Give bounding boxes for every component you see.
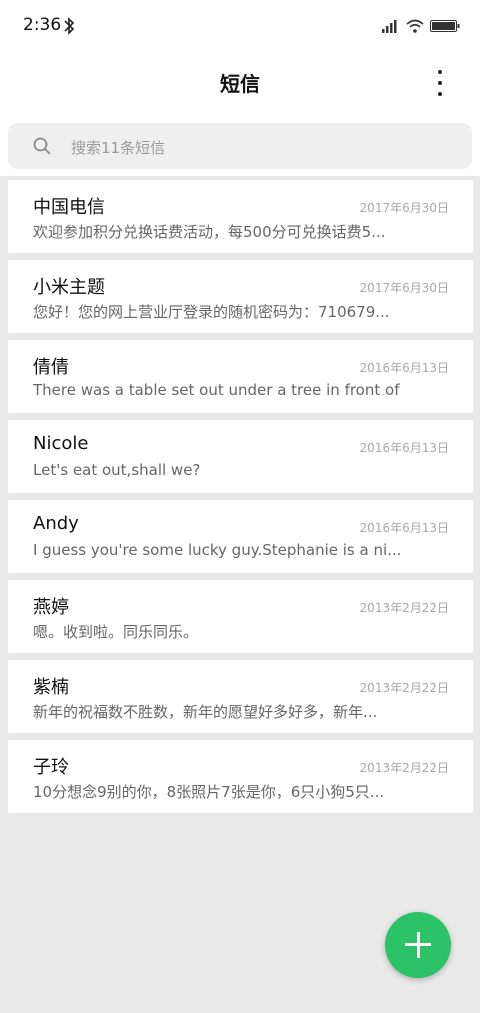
contact-name: 紫楠: [33, 677, 69, 698]
message-date: 2017年6月30日: [359, 201, 449, 215]
conversation-item[interactable]: 小米主题 2017年6月30日 您好！您的网上营业厅登录的随机密码为：71067…: [8, 260, 473, 333]
contact-name: 倩倩: [33, 357, 69, 378]
conversation-list: 中国电信 2017年6月30日 欢迎参加积分兑换话费活动，每500分可兑换话费5…: [8, 180, 473, 820]
message-preview: There was a table set out under a tree i…: [33, 381, 403, 399]
page-title: 短信: [220, 72, 260, 96]
search-input[interactable]: 搜索11条短信: [8, 123, 472, 169]
message-date: 2013年2月22日: [359, 761, 449, 775]
battery-icon: [430, 20, 460, 32]
contact-name: 小米主题: [33, 277, 105, 298]
message-preview: 欢迎参加积分兑换话费活动，每500分可兑换话费5...: [33, 223, 386, 241]
contact-name: 燕婷: [33, 597, 69, 618]
new-message-button[interactable]: [385, 912, 451, 978]
message-preview: 您好！您的网上营业厅登录的随机密码为：710679...: [33, 303, 390, 321]
search-placeholder: 搜索11条短信: [71, 139, 166, 157]
status-time: 2:36: [23, 15, 62, 35]
wifi-icon: [406, 19, 424, 33]
contact-name: Andy: [33, 513, 79, 534]
conversation-item[interactable]: 中国电信 2017年6月30日 欢迎参加积分兑换话费活动，每500分可兑换话费5…: [8, 180, 473, 253]
message-date: 2016年6月13日: [359, 361, 449, 375]
message-preview: I guess you're some lucky guy.Stephanie …: [33, 541, 402, 559]
message-preview: 新年的祝福数不胜数，新年的愿望好多好多，新年...: [33, 703, 378, 721]
message-preview: 嗯。收到啦。同乐同乐。: [33, 623, 199, 641]
conversation-item[interactable]: Nicole 2016年6月13日 Let's eat out,shall we…: [8, 420, 473, 493]
bluetooth-icon: [64, 17, 75, 35]
conversation-item[interactable]: 燕婷 2013年2月22日 嗯。收到啦。同乐同乐。: [8, 580, 473, 653]
message-date: 2016年6月13日: [359, 441, 449, 455]
conversation-item[interactable]: Andy 2016年6月13日 I guess you're some luck…: [8, 500, 473, 573]
conversation-item[interactable]: 子玲 2013年2月22日 10分想念9别的你，8张照片7张是你，6只小狗5只.…: [8, 740, 473, 813]
message-date: 2016年6月13日: [359, 521, 449, 535]
search-icon: [33, 137, 51, 155]
contact-name: 中国电信: [33, 197, 105, 218]
app-header: 2:36 短信 搜索11条短信: [0, 0, 480, 176]
message-preview: 10分想念9别的你，8张照片7张是你，6只小狗5只...: [33, 783, 385, 801]
more-vertical-icon[interactable]: [430, 70, 450, 96]
contact-name: Nicole: [33, 433, 89, 454]
message-date: 2013年2月22日: [359, 601, 449, 615]
message-date: 2013年2月22日: [359, 681, 449, 695]
conversation-item[interactable]: 倩倩 2016年6月13日 There was a table set out …: [8, 340, 473, 413]
message-preview: Let's eat out,shall we?: [33, 461, 201, 479]
status-bar: 2:36: [0, 0, 480, 52]
conversation-item[interactable]: 紫楠 2013年2月22日 新年的祝福数不胜数，新年的愿望好多好多，新年...: [8, 660, 473, 733]
message-date: 2017年6月30日: [359, 281, 449, 295]
signal-icon: [382, 20, 397, 33]
contact-name: 子玲: [33, 757, 69, 778]
